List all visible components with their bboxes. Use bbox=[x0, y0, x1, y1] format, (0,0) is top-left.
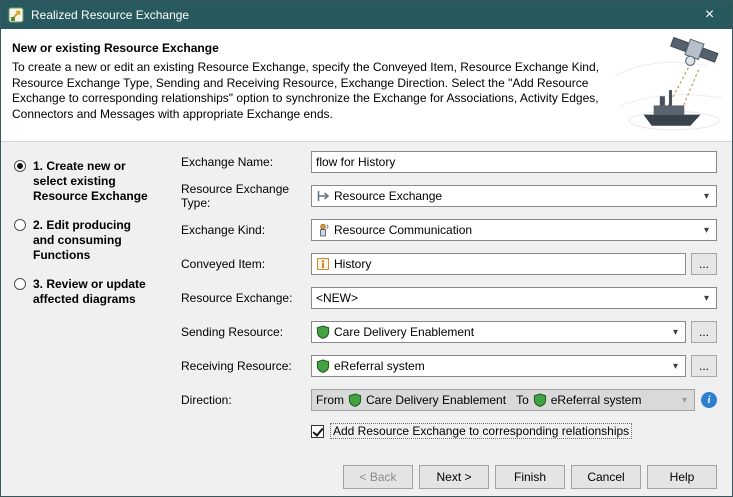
field-resource-exchange-type: Resource Exchange Type: Resource Exchang… bbox=[181, 185, 717, 207]
back-button: < Back bbox=[343, 465, 413, 489]
resource-shield-icon bbox=[533, 393, 547, 407]
step-3-label: 3. Review or update affected diagrams bbox=[33, 277, 151, 307]
realized-resource-exchange-dialog: Realized Resource Exchange × New or exis… bbox=[0, 0, 733, 497]
field-resource-exchange: Resource Exchange: <NEW> ▾ bbox=[181, 287, 717, 309]
header: New or existing Resource Exchange To cre… bbox=[1, 29, 732, 142]
conveyed-item-input[interactable]: History bbox=[311, 253, 686, 275]
resource-exchange-combo[interactable]: <NEW> ▾ bbox=[311, 287, 717, 309]
field-exchange-name: Exchange Name: flow for History bbox=[181, 151, 717, 173]
resource-exchange-icon bbox=[316, 189, 330, 203]
step-3-radio-icon[interactable] bbox=[14, 278, 26, 290]
exchange-name-value: flow for History bbox=[316, 155, 714, 169]
direction-to-value: eReferral system bbox=[551, 393, 673, 407]
sending-resource-label: Sending Resource: bbox=[181, 325, 311, 339]
field-sending-resource: Sending Resource: Care Delivery Enableme… bbox=[181, 321, 717, 343]
title-bar[interactable]: Realized Resource Exchange × bbox=[1, 1, 732, 29]
dropdown-arrow-icon[interactable]: ▾ bbox=[668, 361, 683, 372]
resource-exchange-value: <NEW> bbox=[316, 291, 695, 305]
receiving-resource-value: eReferral system bbox=[334, 359, 664, 373]
exchange-name-label: Exchange Name: bbox=[181, 155, 311, 169]
direction-combo: From Care Delivery Enablement To eReferr… bbox=[311, 389, 695, 411]
step-2-edit-functions[interactable]: 2. Edit producing and consuming Function… bbox=[14, 218, 163, 263]
field-conveyed-item: Conveyed Item: History ... bbox=[181, 253, 717, 275]
resource-communication-icon bbox=[316, 223, 330, 237]
field-direction: Direction: From Care Delivery Enablement… bbox=[181, 389, 717, 411]
window-title: Realized Resource Exchange bbox=[31, 8, 189, 22]
dialog-body: 1. Create new or select existing Resourc… bbox=[1, 142, 732, 497]
sending-resource-value: Care Delivery Enablement bbox=[334, 325, 664, 339]
step-2-radio-icon[interactable] bbox=[14, 219, 26, 231]
resource-exchange-label: Resource Exchange: bbox=[181, 291, 311, 305]
resource-exchange-type-label: Resource Exchange Type: bbox=[181, 182, 311, 210]
sending-resource-browse-button[interactable]: ... bbox=[691, 321, 717, 343]
field-exchange-kind: Exchange Kind: Resource Communication ▾ bbox=[181, 219, 717, 241]
direction-to-label: To bbox=[516, 393, 529, 407]
satellite-ship-graphic bbox=[612, 31, 728, 137]
button-bar: < Back Next > Finish Cancel Help bbox=[343, 465, 717, 489]
info-icon[interactable]: i bbox=[701, 392, 717, 408]
dialog-icon bbox=[8, 7, 24, 23]
finish-button[interactable]: Finish bbox=[495, 465, 565, 489]
receiving-resource-combo[interactable]: eReferral system ▾ bbox=[311, 355, 686, 377]
help-button[interactable]: Help bbox=[647, 465, 717, 489]
receiving-resource-browse-button[interactable]: ... bbox=[691, 355, 717, 377]
conveyed-item-value: History bbox=[334, 257, 683, 271]
resource-exchange-type-value: Resource Exchange bbox=[334, 189, 695, 203]
add-to-relationships-option[interactable]: Add Resource Exchange to corresponding r… bbox=[311, 423, 717, 439]
step-2-label: 2. Edit producing and consuming Function… bbox=[33, 218, 151, 263]
resource-shield-icon bbox=[316, 325, 330, 339]
dropdown-arrow-icon[interactable]: ▾ bbox=[699, 293, 714, 304]
resource-shield-icon bbox=[348, 393, 362, 407]
resource-exchange-type-combo[interactable]: Resource Exchange ▾ bbox=[311, 185, 717, 207]
dropdown-arrow-icon[interactable]: ▾ bbox=[699, 191, 714, 202]
exchange-form: Exchange Name: flow for History Resource… bbox=[171, 142, 732, 497]
conveyed-item-label: Conveyed Item: bbox=[181, 257, 311, 271]
wizard-steps: 1. Create new or select existing Resourc… bbox=[1, 142, 171, 497]
field-receiving-resource: Receiving Resource: eReferral system ▾ .… bbox=[181, 355, 717, 377]
add-to-relationships-label[interactable]: Add Resource Exchange to corresponding r… bbox=[330, 423, 632, 439]
direction-from-label: From bbox=[316, 393, 344, 407]
cancel-button[interactable]: Cancel bbox=[571, 465, 641, 489]
direction-label: Direction: bbox=[181, 393, 311, 407]
close-button[interactable]: × bbox=[687, 1, 732, 29]
exchange-name-input[interactable]: flow for History bbox=[311, 151, 717, 173]
exchange-kind-value: Resource Communication bbox=[334, 223, 695, 237]
exchange-kind-label: Exchange Kind: bbox=[181, 223, 311, 237]
step-1-radio-icon[interactable] bbox=[14, 160, 26, 172]
dropdown-arrow-icon[interactable]: ▾ bbox=[668, 327, 683, 338]
step-1-create-new[interactable]: 1. Create new or select existing Resourc… bbox=[14, 159, 163, 204]
sending-resource-combo[interactable]: Care Delivery Enablement ▾ bbox=[311, 321, 686, 343]
direction-from-value: Care Delivery Enablement bbox=[366, 393, 506, 407]
resource-shield-icon bbox=[316, 359, 330, 373]
conveyed-item-browse-button[interactable]: ... bbox=[691, 253, 717, 275]
exchange-kind-combo[interactable]: Resource Communication ▾ bbox=[311, 219, 717, 241]
add-to-relationships-checkbox[interactable] bbox=[311, 425, 324, 438]
dropdown-arrow-icon[interactable]: ▾ bbox=[699, 225, 714, 236]
information-item-icon bbox=[316, 257, 330, 271]
next-button[interactable]: Next > bbox=[419, 465, 489, 489]
dropdown-arrow-icon: ▾ bbox=[677, 395, 692, 406]
receiving-resource-label: Receiving Resource: bbox=[181, 359, 311, 373]
step-1-label: 1. Create new or select existing Resourc… bbox=[33, 159, 151, 204]
step-3-review-diagrams[interactable]: 3. Review or update affected diagrams bbox=[14, 277, 163, 307]
